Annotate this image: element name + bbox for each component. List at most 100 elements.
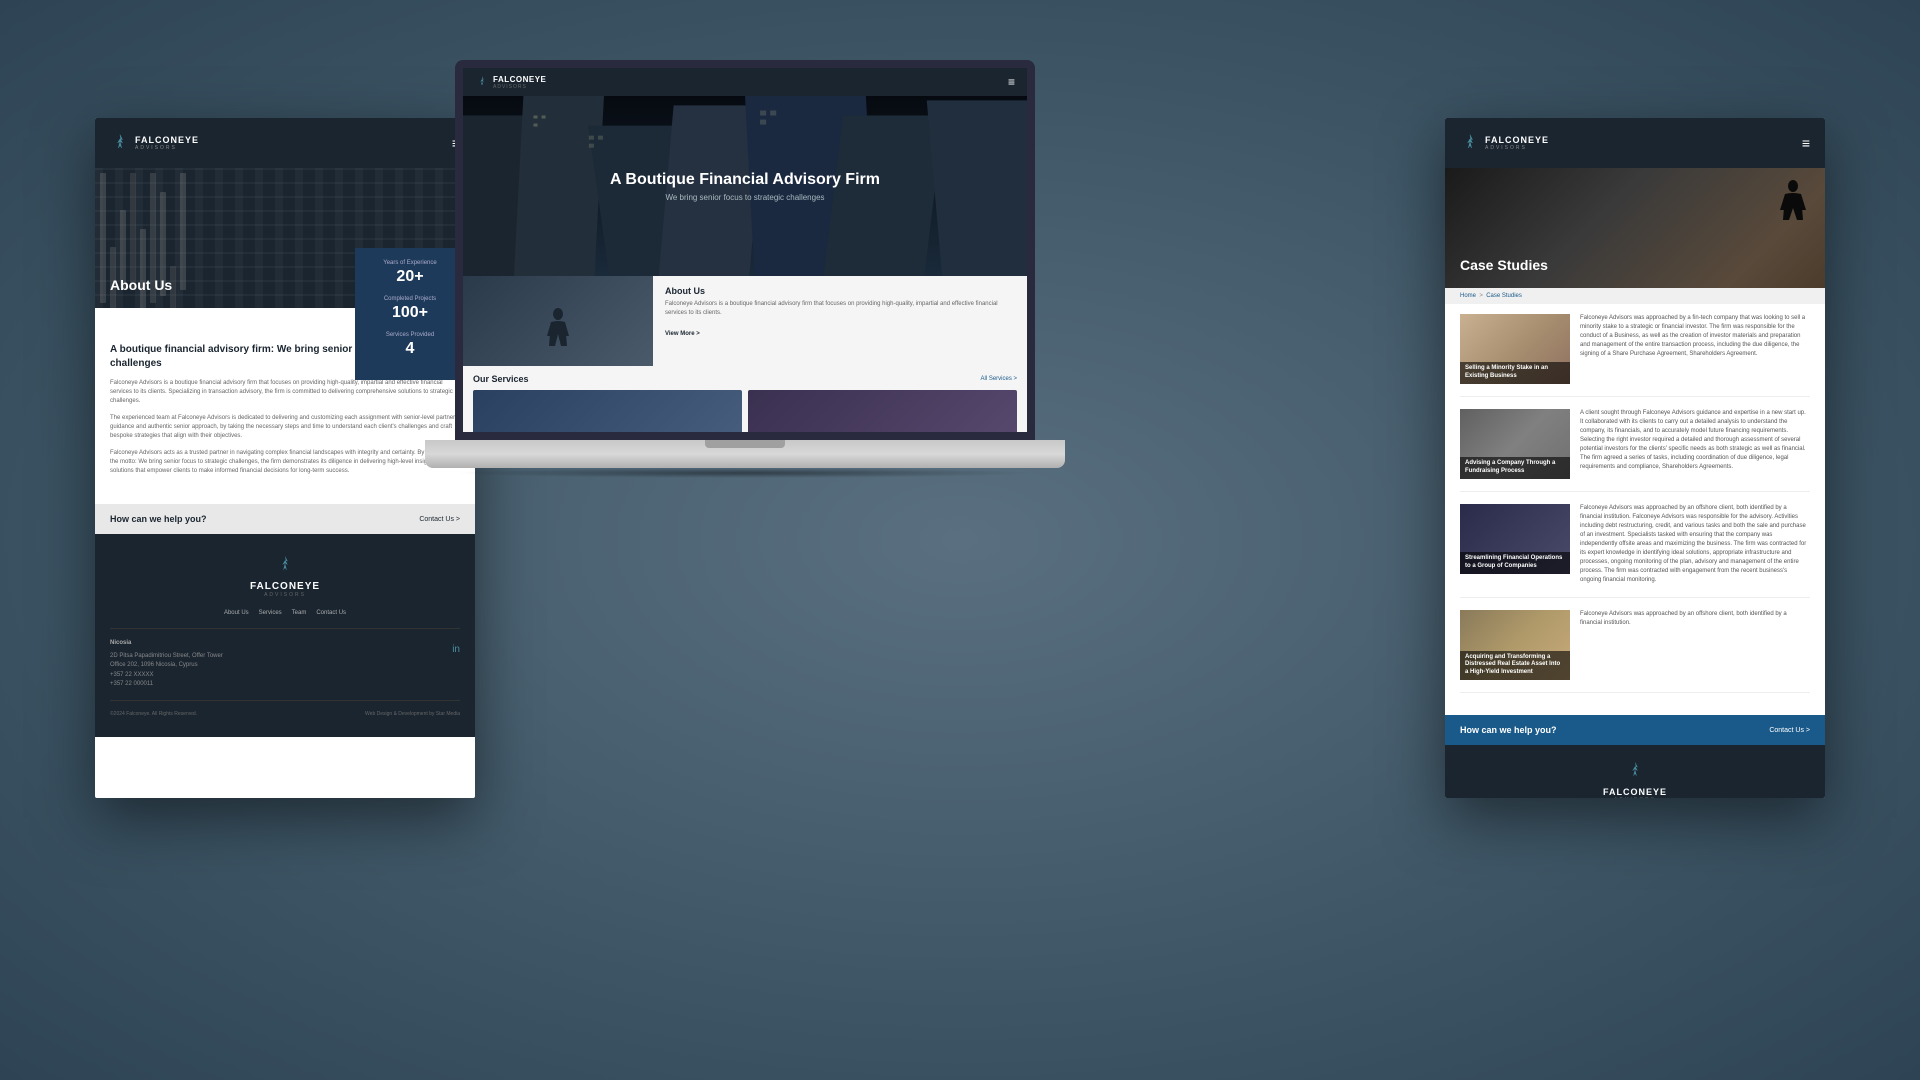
footer-nav-about[interactable]: About Us bbox=[224, 610, 249, 616]
footer-copy-left: ©2024 Falconeye. All Rights Reserved. bbox=[110, 711, 197, 717]
laptop-screen-header: FALCONEYE ADVISORS ≡ bbox=[463, 68, 1027, 96]
laptop-screen: FALCONEYE ADVISORS ≡ bbox=[455, 60, 1035, 440]
left-footer-divider bbox=[110, 628, 460, 629]
left-header: FALCONEYE ADVISORS ≡ bbox=[95, 118, 475, 168]
case-item-1: Selling a Minority Stake in an Existing … bbox=[1460, 314, 1810, 397]
footer-nav-team[interactable]: Team bbox=[292, 610, 307, 616]
laptop-about-more-link[interactable]: View More > bbox=[665, 331, 700, 337]
right-falcon-logo-icon bbox=[1460, 133, 1480, 153]
case-item-2: Advising a Company Through a Fundraising… bbox=[1460, 409, 1810, 492]
footer-copy-right: Web Design & Development by Star Media bbox=[365, 711, 460, 717]
right-logo-text: FALCONEYE bbox=[1485, 135, 1549, 145]
right-hero-title: Case Studies bbox=[1460, 257, 1548, 273]
laptop-hero-title: A Boutique Financial Advisory Firm bbox=[610, 171, 880, 189]
laptop-services-grid: Transaction Advisory Transaction Support bbox=[473, 390, 1017, 440]
case-image-1: Selling a Minority Stake in an Existing … bbox=[1460, 314, 1570, 384]
footer-nav-contact[interactable]: Contact Us bbox=[316, 610, 346, 616]
right-case-list: Selling a Minority Stake in an Existing … bbox=[1445, 304, 1825, 715]
laptop-logo-icon bbox=[475, 75, 489, 89]
linkedin-icon[interactable]: in bbox=[452, 644, 460, 690]
laptop-about-heading: About Us bbox=[665, 286, 1015, 296]
breadcrumb-home: Home bbox=[1460, 293, 1476, 299]
center-laptop-mockup: FALCONEYE ADVISORS ≡ bbox=[425, 60, 1065, 478]
right-footer-logo-sub: ADVISORS bbox=[1460, 797, 1810, 798]
left-footer-divider2 bbox=[110, 700, 460, 701]
right-logo-sub: ADVISORS bbox=[1485, 145, 1549, 151]
laptop-shadow bbox=[455, 468, 1035, 478]
right-mockup: FALCONEYE ADVISORS ≡ Case Studies Home >… bbox=[1445, 118, 1825, 798]
case-image-3: Streamlining Financial Operations to a G… bbox=[1460, 504, 1570, 574]
case-image-4: Acquiring and Transforming a Distressed … bbox=[1460, 610, 1570, 680]
left-content-area: Years of Experience 20+ Completed Projec… bbox=[95, 328, 475, 494]
laptop-hero-text: A Boutique Financial Advisory Firm We br… bbox=[610, 171, 880, 202]
laptop-about-text: About Us Falconeye Advisors is a boutiqu… bbox=[653, 276, 1027, 366]
laptop-logo-text: FALCONEYE bbox=[493, 75, 546, 84]
case2-title: Advising a Company Through a Fundraising… bbox=[1460, 457, 1570, 479]
left-para2: The experienced team at Falconeye Adviso… bbox=[110, 414, 460, 441]
right-hero-section: Case Studies bbox=[1445, 168, 1825, 288]
right-footer-logo-text: FALCONEYE bbox=[1460, 787, 1810, 797]
case3-title: Streamlining Financial Operations to a G… bbox=[1460, 552, 1570, 574]
falcon-logo-icon bbox=[110, 133, 130, 153]
left-footer-falcon-icon bbox=[274, 554, 296, 576]
left-para3: Falconeye Advisors acts as a trusted par… bbox=[110, 449, 460, 476]
footer-nav-services[interactable]: Services bbox=[259, 610, 282, 616]
right-footer-falcon-icon bbox=[1624, 760, 1646, 782]
left-logo-sub: ADVISORS bbox=[135, 145, 199, 151]
left-how-help: How can we help you? Contact Us > bbox=[95, 504, 475, 534]
left-footer-copy: ©2024 Falconeye. All Rights Reserved. We… bbox=[110, 711, 460, 717]
service-card-support[interactable]: Transaction Support bbox=[748, 390, 1017, 440]
footer-address-label: Nicosia bbox=[110, 639, 223, 649]
case1-title: Selling a Minority Stake in an Existing … bbox=[1460, 362, 1570, 384]
left-mockup: FALCONEYE ADVISORS ≡ About Us Years of E… bbox=[95, 118, 475, 798]
case1-text: Falconeye Advisors was approached by a f… bbox=[1580, 314, 1810, 384]
laptop-menu-icon[interactable]: ≡ bbox=[1008, 75, 1015, 89]
right-how-help: How can we help you? Contact Us > bbox=[1445, 715, 1825, 745]
left-hero-title: About Us bbox=[110, 277, 172, 293]
case3-text: Falconeye Advisors was approached by an … bbox=[1580, 504, 1810, 585]
case2-text: A client sought through Falconeye Adviso… bbox=[1580, 409, 1810, 479]
left-footer-logo: FALCONEYE ADVISORS bbox=[110, 554, 460, 598]
laptop-logo-sub: ADVISORS bbox=[493, 84, 546, 90]
service-card-advisory[interactable]: Transaction Advisory bbox=[473, 390, 742, 440]
case4-title: Acquiring and Transforming a Distressed … bbox=[1460, 651, 1570, 680]
left-footer: FALCONEYE ADVISORS About Us Services Tea… bbox=[95, 534, 475, 737]
footer-phone2: +357 22 000011 bbox=[110, 680, 223, 690]
laptop-about-row: About Us Falconeye Advisors is a boutiqu… bbox=[463, 276, 1027, 366]
person-silhouette-icon bbox=[543, 306, 573, 366]
footer-address-line2: Office 202, 1096 Nicosia, Cyprus bbox=[110, 661, 223, 671]
laptop-all-services-link[interactable]: All Services > bbox=[980, 376, 1017, 382]
case3-text-p: Falconeye Advisors was approached by an … bbox=[1580, 504, 1810, 585]
footer-phone1: +357 22 XXXXX bbox=[110, 671, 223, 681]
right-contact-link[interactable]: Contact Us > bbox=[1769, 727, 1810, 734]
breadcrumb-current: Case Studies bbox=[1486, 293, 1522, 299]
laptop-services-section: Our Services All Services > Transaction … bbox=[463, 366, 1027, 440]
right-menu-icon[interactable]: ≡ bbox=[1802, 135, 1810, 151]
right-how-help-label: How can we help you? bbox=[1460, 725, 1557, 735]
laptop-base bbox=[425, 440, 1065, 468]
case4-text: Falconeye Advisors was approached by an … bbox=[1580, 610, 1810, 680]
laptop-notch bbox=[705, 440, 785, 448]
right-hero-person-icon bbox=[1775, 178, 1810, 248]
left-footer-nav: About Us Services Team Contact Us bbox=[110, 610, 460, 616]
case-image-2: Advising a Company Through a Fundraising… bbox=[1460, 409, 1570, 479]
case2-text-p: A client sought through Falconeye Adviso… bbox=[1580, 409, 1810, 472]
right-header: FALCONEYE ADVISORS ≡ bbox=[1445, 118, 1825, 168]
case-item-4: Acquiring and Transforming a Distressed … bbox=[1460, 610, 1810, 693]
case4-text-p: Falconeye Advisors was approached by an … bbox=[1580, 610, 1810, 628]
laptop-hero: A Boutique Financial Advisory Firm We br… bbox=[463, 96, 1027, 276]
right-footer-logo: FALCONEYE ADVISORS bbox=[1460, 760, 1810, 798]
left-how-help-label: How can we help you? bbox=[110, 514, 207, 524]
case1-text-p: Falconeye Advisors was approached by a f… bbox=[1580, 314, 1810, 359]
laptop-below-fold: About Us Falconeye Advisors is a boutiqu… bbox=[463, 276, 1027, 440]
left-footer-logo-text: FALCONEYE bbox=[110, 581, 460, 592]
laptop-services-header: Our Services All Services > bbox=[473, 374, 1017, 384]
right-footer: FALCONEYE ADVISORS bbox=[1445, 745, 1825, 798]
left-contact-link[interactable]: Contact Us > bbox=[419, 516, 460, 523]
right-breadcrumb: Home > Case Studies bbox=[1445, 288, 1825, 304]
laptop-services-heading: Our Services bbox=[473, 374, 529, 384]
laptop-about-image bbox=[463, 276, 653, 366]
left-footer-logo-sub: ADVISORS bbox=[110, 592, 460, 598]
left-footer-address: Nicosia 2D Pitsa Papadimitriou Street, O… bbox=[110, 639, 223, 690]
case-item-3: Streamlining Financial Operations to a G… bbox=[1460, 504, 1810, 598]
